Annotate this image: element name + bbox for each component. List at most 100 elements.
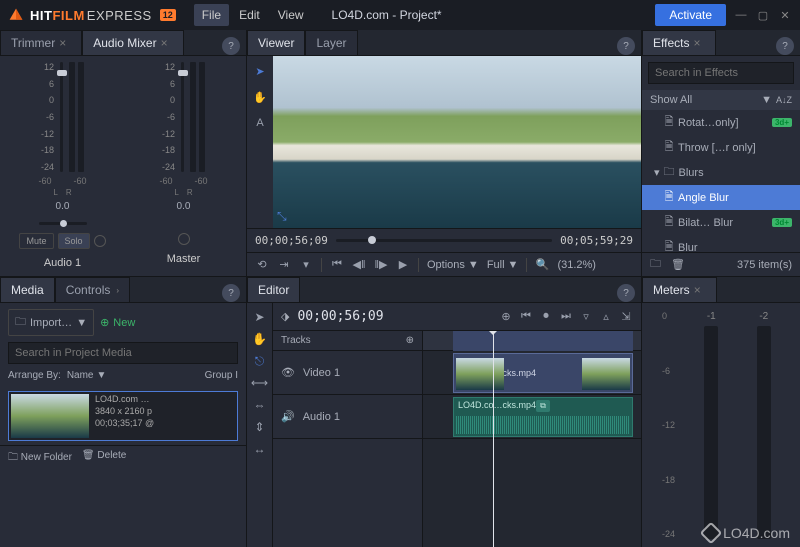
slip-tool-icon[interactable]: ↔ bbox=[251, 441, 269, 457]
go-start-icon[interactable]: ⏮ bbox=[330, 258, 344, 272]
media-clip[interactable]: LO4D.com … 3840 x 2160 p 00;03;35;17 @ bbox=[8, 391, 238, 441]
rate-tool-icon[interactable]: ⇕ bbox=[251, 419, 269, 435]
add-track-icon[interactable]: ⊕ bbox=[406, 335, 414, 346]
playhead[interactable] bbox=[493, 331, 494, 547]
effect-folder[interactable]: ▾🗀Blurs bbox=[642, 160, 800, 185]
track-audio1[interactable]: 🔊Audio 1 bbox=[273, 395, 422, 439]
track-video1[interactable]: 👁Video 1 bbox=[273, 351, 422, 395]
effect-item[interactable]: 🗎Rotat…only]3d+ bbox=[642, 110, 800, 135]
tab-effects[interactable]: Effects× bbox=[642, 30, 716, 55]
group-label[interactable]: Group I bbox=[205, 370, 238, 381]
video-clip[interactable]: LO4D.co…cks.mp4⧉ bbox=[453, 353, 633, 393]
link-icon[interactable]: ⧉ bbox=[536, 400, 550, 412]
skip-prev-icon[interactable]: ⏮ bbox=[519, 310, 533, 324]
help-icon[interactable]: ? bbox=[222, 37, 240, 55]
help-icon[interactable]: ? bbox=[617, 284, 635, 302]
text-tool-icon[interactable]: A bbox=[251, 114, 269, 132]
prev-frame-icon[interactable]: ◀‖ bbox=[352, 258, 366, 272]
close-tab-icon[interactable]: × bbox=[59, 36, 71, 50]
next-frame-icon[interactable]: ‖▶ bbox=[374, 258, 388, 272]
help-icon[interactable]: ? bbox=[617, 37, 635, 55]
timecode-current[interactable]: 00;00;56;09 bbox=[255, 234, 328, 247]
level-meter-r bbox=[78, 62, 84, 172]
app-logo-icon bbox=[8, 7, 24, 23]
loop-icon[interactable]: ⟲ bbox=[255, 258, 269, 272]
tab-audio-mixer[interactable]: Audio Mixer× bbox=[82, 30, 183, 55]
folder-icon[interactable]: 🗀 bbox=[650, 255, 661, 274]
quality-dropdown[interactable]: Full▼ bbox=[487, 259, 519, 271]
ripple-tool-icon[interactable]: ⇔ bbox=[251, 397, 269, 413]
tab-media[interactable]: Media bbox=[0, 277, 55, 302]
mute-button[interactable]: Mute bbox=[19, 233, 53, 249]
help-icon[interactable]: ? bbox=[222, 284, 240, 302]
settings-icon[interactable]: ▾ bbox=[299, 258, 313, 272]
new-folder-button[interactable]: 🗀 New Folder bbox=[8, 450, 72, 467]
visibility-icon[interactable]: 👁 bbox=[281, 366, 295, 379]
tab-trimmer[interactable]: Trimmer× bbox=[0, 30, 82, 55]
channel-options-icon[interactable] bbox=[94, 235, 106, 247]
slice-tool-icon[interactable]: ⎋ bbox=[251, 353, 269, 369]
arrange-dropdown[interactable]: Name▼ bbox=[67, 370, 107, 381]
timeline-ruler[interactable] bbox=[423, 331, 641, 351]
out-icon[interactable]: ⇥ bbox=[277, 258, 291, 272]
timeline-area[interactable]: LO4D.co…cks.mp4⧉ LO4D.co…cks.mp4⧉ bbox=[423, 331, 641, 547]
solo-button[interactable]: Solo bbox=[58, 233, 90, 249]
viewport[interactable]: ⤡ bbox=[273, 56, 641, 228]
new-button[interactable]: ⊕New bbox=[100, 316, 135, 329]
close-tab-icon[interactable]: × bbox=[693, 36, 705, 50]
marker-del-icon[interactable]: ▵ bbox=[599, 310, 613, 324]
marker-icon[interactable]: ⬗ bbox=[281, 310, 289, 323]
level-meter-r bbox=[199, 62, 205, 172]
channel-options-icon[interactable] bbox=[178, 233, 190, 245]
timeline-timecode[interactable]: 00;00;56;09 bbox=[297, 309, 383, 324]
tab-controls[interactable]: Controls› bbox=[55, 277, 130, 302]
select-tool-icon[interactable]: ➤ bbox=[251, 62, 269, 80]
activate-button[interactable]: Activate bbox=[655, 4, 726, 26]
playback-slider[interactable] bbox=[336, 239, 552, 242]
zoom-value[interactable]: (31.2%) bbox=[557, 259, 596, 271]
effect-item[interactable]: 🗎Throw […r only] bbox=[642, 135, 800, 160]
tab-viewer[interactable]: Viewer bbox=[247, 30, 305, 55]
menu-view[interactable]: View bbox=[270, 4, 312, 26]
marker-add-icon[interactable]: ▿ bbox=[579, 310, 593, 324]
snap-tool-icon[interactable]: ⟷ bbox=[251, 375, 269, 391]
play-icon[interactable]: ▶ bbox=[396, 258, 410, 272]
tab-editor[interactable]: Editor bbox=[247, 277, 300, 302]
trash-icon[interactable]: 🗑 bbox=[671, 258, 685, 271]
export-icon[interactable]: ⇲ bbox=[619, 310, 633, 324]
resize-handle-icon[interactable]: ⤡ bbox=[277, 209, 287, 224]
insert-icon[interactable]: ⊕ bbox=[499, 310, 513, 324]
maximize-icon[interactable]: ▢ bbox=[756, 8, 770, 22]
select-tool-icon[interactable]: ➤ bbox=[251, 309, 269, 325]
audio-icon[interactable]: 🔊 bbox=[281, 410, 295, 423]
hand-tool-icon[interactable]: ✋ bbox=[251, 88, 269, 106]
media-search-input[interactable] bbox=[8, 342, 238, 364]
effect-item[interactable]: 🗎Bilat… Blur3d+ bbox=[642, 210, 800, 235]
audio-clip[interactable]: LO4D.co…cks.mp4⧉ bbox=[453, 397, 633, 437]
effects-search-input[interactable] bbox=[648, 62, 794, 84]
hand-tool-icon[interactable]: ✋ bbox=[251, 331, 269, 347]
options-dropdown[interactable]: Options▼ bbox=[427, 259, 479, 271]
effect-item-selected[interactable]: 🗎Angle Blur bbox=[642, 185, 800, 210]
skip-next-icon[interactable]: ⏭ bbox=[559, 310, 573, 324]
menu-edit[interactable]: Edit bbox=[231, 4, 268, 26]
minimize-icon[interactable]: — bbox=[734, 8, 748, 22]
volume-slider[interactable] bbox=[60, 62, 63, 172]
volume-slider[interactable] bbox=[181, 62, 184, 172]
effects-filter-dropdown[interactable]: Show All▼A↓Z bbox=[642, 90, 800, 110]
tab-meters[interactable]: Meters× bbox=[642, 277, 717, 302]
audio-mixer-panel: Trimmer× Audio Mixer× ? 1260-6-12-18-24 … bbox=[0, 30, 247, 277]
tab-layer[interactable]: Layer bbox=[305, 30, 357, 55]
record-icon[interactable]: ⏺ bbox=[539, 310, 553, 324]
arrange-label: Arrange By: bbox=[8, 370, 61, 381]
menu-file[interactable]: File bbox=[194, 4, 229, 26]
close-icon[interactable]: ✕ bbox=[778, 8, 792, 22]
close-tab-icon[interactable]: × bbox=[694, 283, 706, 297]
help-icon[interactable]: ? bbox=[776, 37, 794, 55]
import-button[interactable]: 🗀Import…▼ bbox=[8, 309, 94, 336]
pan-slider[interactable] bbox=[39, 222, 87, 225]
delete-button[interactable]: 🗑 Delete bbox=[82, 450, 126, 467]
zoom-icon[interactable]: 🔍 bbox=[535, 258, 549, 272]
close-tab-icon[interactable]: × bbox=[161, 36, 173, 50]
effect-item[interactable]: 🗎Blur bbox=[642, 235, 800, 252]
